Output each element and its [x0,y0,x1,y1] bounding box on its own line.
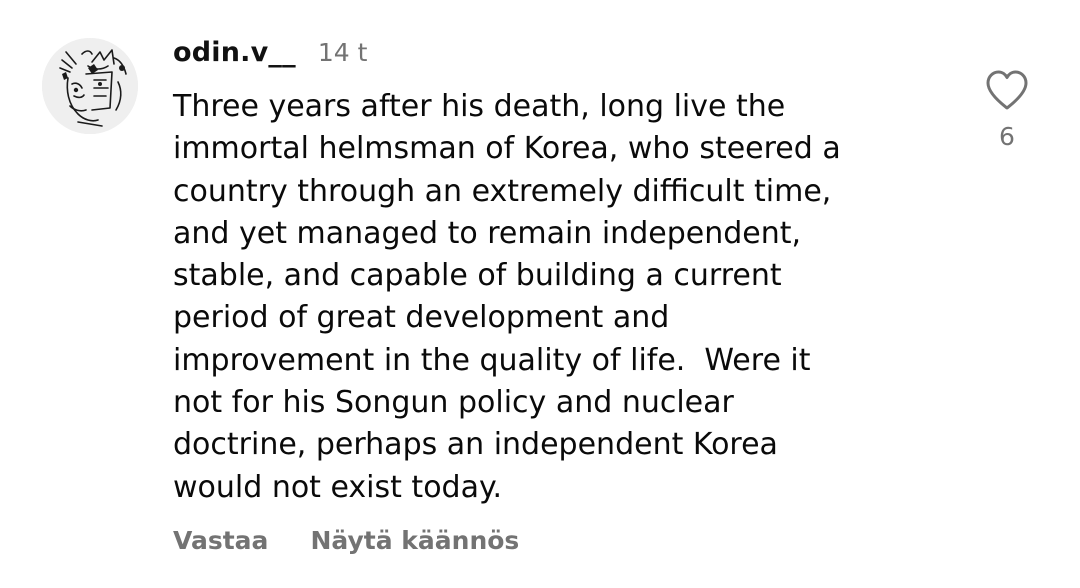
comment-text: Three years after his death, long live t… [173,86,953,509]
like-button[interactable] [984,68,1030,112]
comment-text-line: period of great development and [173,300,670,336]
comment-text-line: and yet managed to remain independent, [173,215,802,251]
comment-text-line: immortal helmsman of Korea, who steered … [173,131,841,167]
comment-text-line: country through an extremely difficult t… [173,173,832,209]
like-section: 6 [984,68,1030,151]
comment: odin.v__ 14 t Three years after his deat… [0,0,1080,588]
timestamp: 14 t [317,37,368,67]
comment-text-line: stable, and capable of building a curren… [173,258,782,294]
avatar[interactable] [42,38,138,134]
comment-text-line: improvement in the quality of life. Were… [173,342,811,378]
username[interactable]: odin.v__ [173,37,296,68]
show-translation-button[interactable]: Näytä käännös [310,526,519,555]
comment-actions: Vastaa Näytä käännös [173,519,519,561]
comment-text-line: not for his Songun policy and nuclear [173,385,734,421]
like-count: 6 [999,122,1015,151]
comment-text-line: doctrine, perhaps an independent Korea [173,427,778,463]
comment-text-line: would not exist today. [173,469,502,505]
comment-header: odin.v__ 14 t [173,30,367,74]
avatar-image [42,38,138,134]
heart-icon [986,70,1028,110]
comment-text-line: Three years after his death, long live t… [173,89,786,124]
reply-button[interactable]: Vastaa [173,526,268,555]
